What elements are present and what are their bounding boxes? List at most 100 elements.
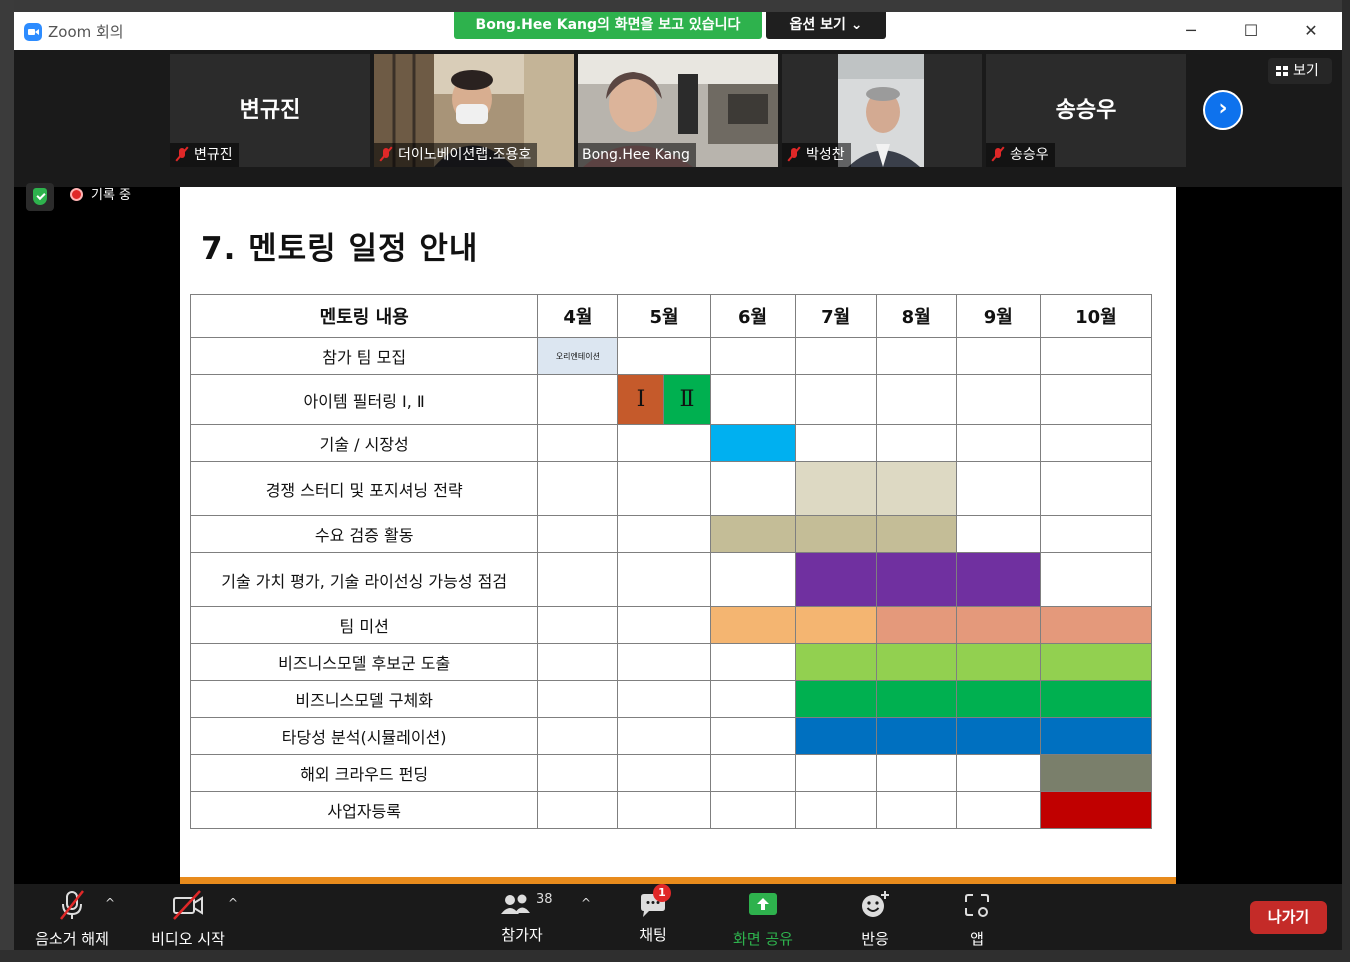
reactions-label: 반응 [861, 930, 889, 948]
participant-name: 변규진 [194, 147, 233, 163]
participant-strip: 변규진 변규진 더이노베이션랩.조용호 Bong.Hee Kang 박성찬 송승… [14, 50, 1342, 187]
recording-dot-icon [70, 188, 83, 201]
schedule-cell [617, 337, 711, 375]
window-title: Zoom 회의 [48, 23, 124, 41]
zoom-logo-icon [24, 23, 42, 41]
share-screen-button[interactable]: 화면 공유 [726, 888, 800, 948]
smiley-icon [862, 891, 889, 917]
row-label: 기술 / 시장성 [189, 424, 539, 462]
header-month: 6월 [709, 294, 796, 338]
schedule-bar-cell [794, 606, 877, 644]
participant-tile[interactable]: 변규진 변규진 [170, 54, 370, 167]
schedule-bar-cell [794, 680, 877, 718]
schedule-cell [617, 552, 711, 607]
reactions-button[interactable]: 반응 [850, 888, 900, 948]
table-row: 해외 크라우드 펀딩 [189, 754, 1153, 792]
grid-icon [1276, 66, 1288, 76]
row-label: 아이템 필터링 Ⅰ, Ⅱ [189, 374, 539, 425]
muted-microphone-icon [60, 890, 84, 920]
row-label: 해외 크라우드 펀딩 [189, 754, 539, 792]
schedule-cell [794, 754, 877, 792]
participant-name-tag: 송승우 [986, 143, 1055, 167]
schedule-cell [794, 424, 877, 462]
chat-unread-badge: 1 [653, 884, 671, 902]
schedule-bar-cell [794, 515, 877, 553]
gallery-view-button[interactable]: 보기 [1268, 58, 1332, 84]
recording-indicator[interactable]: 기록 중 [70, 187, 131, 205]
schedule-cell [709, 461, 796, 516]
share-screen-label: 화면 공유 [733, 930, 793, 948]
schedule-cell [617, 717, 711, 755]
schedule-cell [537, 643, 619, 681]
unmute-label: 음소거 해제 [35, 930, 109, 948]
participant-name-tag: 더이노베이션랩.조용호 [374, 143, 538, 167]
start-video-button[interactable]: 비디오 시작 [144, 888, 232, 948]
schedule-cell-split: Ⅰ Ⅱ [617, 374, 711, 425]
audio-options-caret-icon[interactable]: ^ [105, 896, 115, 910]
participant-tile[interactable]: 박성찬 [782, 54, 982, 167]
schedule-cell [709, 552, 796, 607]
schedule-cell [955, 754, 1041, 792]
chat-button[interactable]: 1 채팅 [628, 884, 678, 948]
schedule-cell [794, 374, 877, 425]
schedule-bar-cell [709, 606, 796, 644]
schedule-cell [955, 374, 1041, 425]
participants-options-caret-icon[interactable]: ^ [581, 896, 591, 910]
desktop-background [0, 0, 1350, 12]
meeting-toolbar: 음소거 해제 ^ 비디오 시작 ^ 38 참가자 ^ 1 채팅 화면 공유 반응… [14, 884, 1342, 950]
schedule-cell [537, 680, 619, 718]
schedule-cell [709, 754, 796, 792]
participant-name: 더이노베이션랩.조용호 [398, 147, 532, 163]
participant-tile-active-speaker[interactable]: Bong.Hee Kang [578, 54, 778, 167]
apps-icon [965, 894, 989, 917]
schedule-cell [537, 552, 619, 607]
schedule-cell [794, 791, 877, 829]
schedule-cell [537, 717, 619, 755]
minimize-button[interactable]: ─ [1168, 16, 1214, 46]
schedule-cell [709, 643, 796, 681]
schedule-bar-cell [875, 515, 957, 553]
schedule-bar-cell [1039, 606, 1153, 644]
header-month: 7월 [794, 294, 877, 338]
participant-count: 38 [536, 892, 553, 907]
phase-2-block: Ⅱ [664, 375, 710, 424]
maximize-button[interactable]: ☐ [1228, 16, 1274, 46]
next-page-arrow-icon[interactable]: › [1203, 90, 1243, 130]
leave-meeting-button[interactable]: 나가기 [1250, 901, 1327, 934]
schedule-bar-cell [875, 461, 957, 516]
row-label: 비즈니스모델 후보군 도출 [189, 643, 539, 681]
schedule-cell [955, 791, 1041, 829]
participant-tile[interactable]: 송승우 송승우 [986, 54, 1186, 167]
close-button[interactable]: ✕ [1288, 16, 1334, 46]
schedule-cell [794, 337, 877, 375]
desktop-background-left [0, 0, 14, 962]
share-screen-icon [749, 893, 777, 915]
row-label: 비즈니스모델 구체화 [189, 680, 539, 718]
schedule-cell [1039, 515, 1153, 553]
video-options-caret-icon[interactable]: ^ [228, 896, 238, 910]
unmute-button[interactable]: 음소거 해제 [28, 888, 116, 948]
table-row: 기술 가치 평가, 기술 라이선싱 가능성 점검 [189, 552, 1153, 607]
schedule-cell [875, 337, 957, 375]
slide-footer-bar [180, 877, 1176, 884]
header-month: 9월 [955, 294, 1041, 338]
schedule-cell [875, 424, 957, 462]
apps-button[interactable]: 앱 [952, 888, 1002, 948]
table-row: 경쟁 스터디 및 포지셔닝 전략 [189, 461, 1153, 516]
schedule-cell [617, 754, 711, 792]
schedule-cell [617, 515, 711, 553]
view-options-button[interactable]: 옵션 보기 ⌄ [766, 12, 886, 39]
security-shield-icon[interactable] [26, 183, 54, 211]
participants-button[interactable]: 38 참가자 [490, 888, 554, 948]
recording-label: 기록 중 [91, 188, 132, 203]
schedule-bar-cell [955, 552, 1041, 607]
participant-name: 송승우 [1010, 147, 1049, 163]
participant-tile[interactable]: 더이노베이션랩.조용호 [374, 54, 574, 167]
schedule-bar-cell [1039, 643, 1153, 681]
muted-mic-icon [378, 146, 394, 162]
muted-mic-icon [990, 146, 1006, 162]
schedule-bar-cell [794, 643, 877, 681]
table-row: 아이템 필터링 Ⅰ, Ⅱ Ⅰ Ⅱ [189, 374, 1153, 425]
schedule-cell [537, 374, 619, 425]
row-label: 타당성 분석(시뮬레이션) [189, 717, 539, 755]
